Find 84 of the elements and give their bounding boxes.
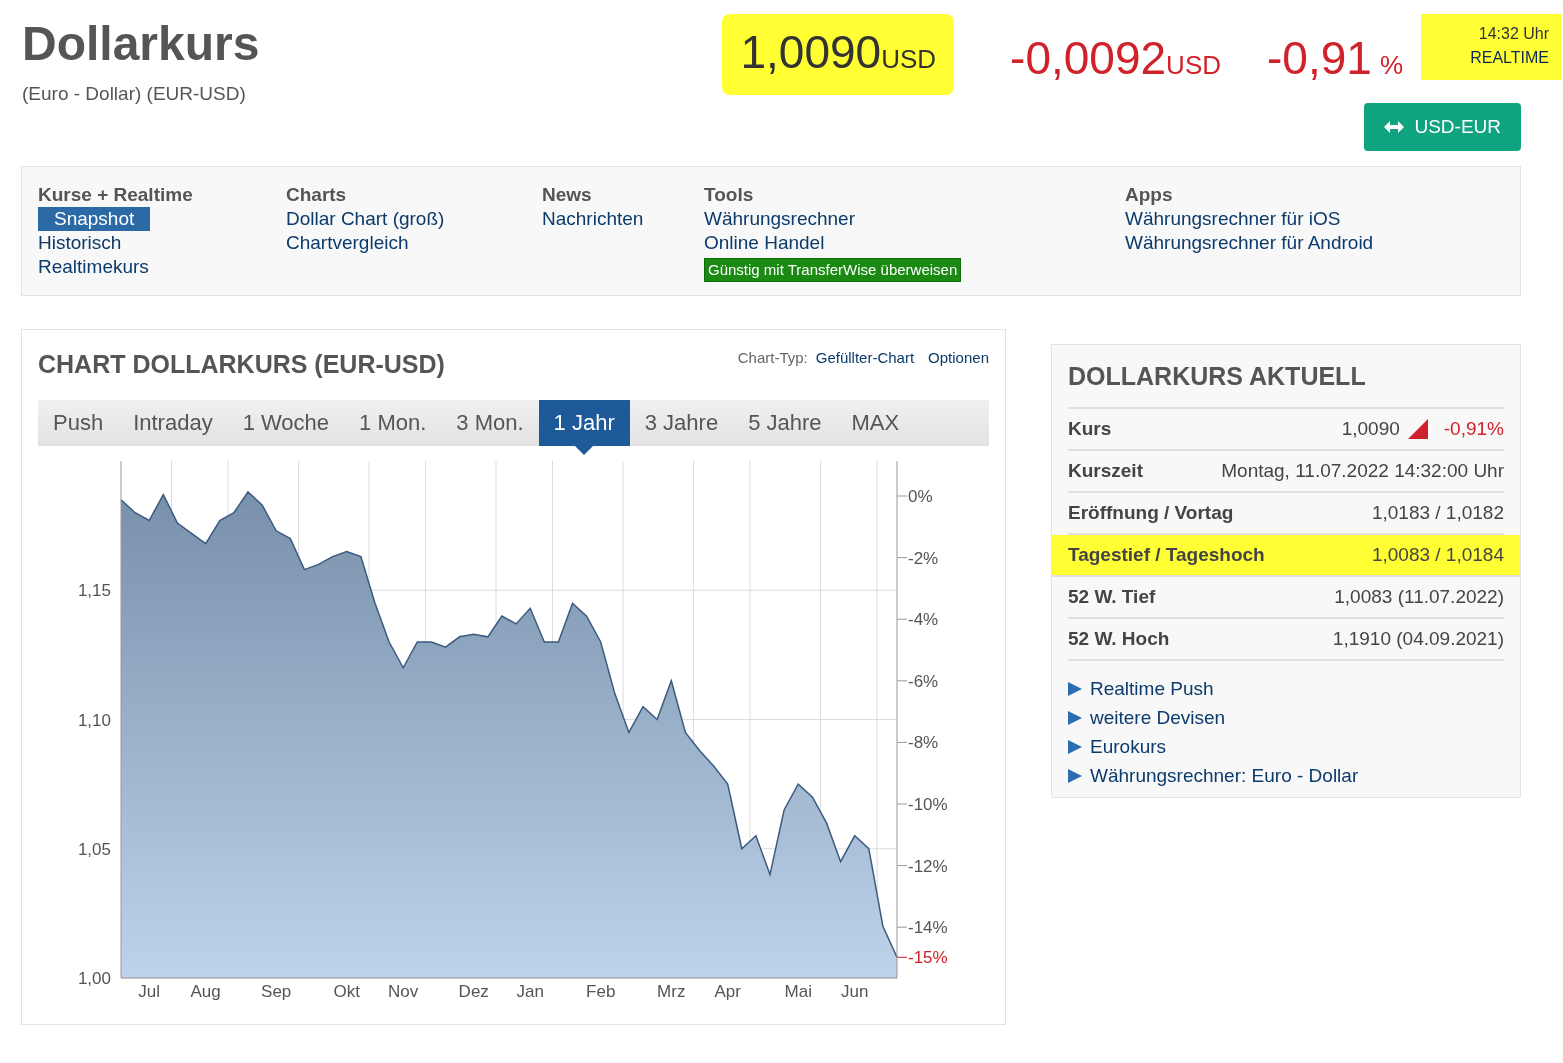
row-value: 1,0083 / 1,0184	[1371, 542, 1504, 567]
chart-title: CHART DOLLARKURS (EUR-USD)	[38, 349, 445, 380]
nav-link[interactable]: Snapshot	[38, 207, 150, 231]
nav-heading: Kurse + Realtime	[38, 183, 194, 207]
nav-link[interactable]: Realtimekurs	[38, 255, 149, 279]
axis-label: 1,05	[77, 839, 111, 859]
left-right-arrow-icon	[1384, 121, 1405, 133]
axis-label: Sep	[261, 981, 292, 1001]
row-value: 1,0090	[1341, 416, 1400, 441]
range-tab[interactable]: 5 Jahre	[733, 399, 837, 446]
axis-label: Aug	[190, 981, 221, 1001]
axis-label: -2%	[908, 548, 939, 568]
range-tab[interactable]: 3 Jahre	[629, 399, 734, 446]
nav-heading: Charts	[286, 183, 348, 207]
nav-link[interactable]: Historisch	[38, 231, 122, 255]
row-label: Kurszeit	[1068, 458, 1143, 483]
realtime-stamp: 14:32 Uhr REALTIME	[1421, 14, 1561, 80]
axis-label: Mrz	[657, 981, 686, 1001]
triangle-bullet-icon	[1068, 711, 1082, 725]
triangle-icon	[1407, 419, 1428, 439]
axis-label: -8%	[908, 732, 939, 752]
chart-type-label: Chart-Typ:	[737, 348, 808, 368]
nav-link[interactable]: Online Handel	[704, 231, 825, 255]
axis-label: Jun	[840, 981, 869, 1001]
row-label: 52 W. Tief	[1068, 584, 1156, 609]
axis-label: -12%	[908, 856, 948, 876]
axis-label: 1,15	[77, 580, 111, 600]
row-value: 1,0083 (11.07.2022)	[1334, 584, 1504, 609]
row-label: Eröffnung / Vortag	[1068, 500, 1234, 525]
axis-label: -10%	[908, 794, 948, 814]
triangle-bullet-icon	[1068, 682, 1082, 696]
axis-label: Dez	[458, 981, 489, 1001]
axis-label: Feb	[586, 981, 616, 1001]
panel-title: DOLLARKURS AKTUELL	[1068, 361, 1367, 391]
change-value: -0,91%	[1443, 416, 1504, 441]
axis-label: Apr	[714, 981, 741, 1001]
subtitle: (Euro - Dollar) (EUR-USD)	[22, 82, 247, 106]
axis-label: -4%	[908, 609, 939, 629]
axis-label: 1,10	[77, 710, 111, 729]
axis-label: -6%	[908, 671, 939, 691]
price-quote: 1,0090USD	[722, 14, 955, 95]
axis-label: 1,00	[77, 968, 111, 988]
nav-link[interactable]: Chartvergleich	[286, 231, 409, 255]
triangle-bullet-icon	[1068, 740, 1082, 754]
axis-label: -14%	[908, 917, 948, 937]
row-label: Kurs	[1068, 416, 1112, 441]
range-tab[interactable]: Push	[38, 399, 119, 446]
axis-label: Jul	[138, 981, 161, 1001]
change-percent: -0,91 %	[1267, 31, 1403, 86]
related-link[interactable]: weitere Devisen	[1090, 706, 1226, 730]
promo-link[interactable]: Günstig mit TransferWise überweisen	[704, 258, 962, 282]
range-tab[interactable]: Intraday	[118, 399, 228, 446]
nav-link[interactable]: Währungsrechner	[704, 207, 856, 231]
row-label: 52 W. Hoch	[1068, 626, 1170, 651]
nav-heading: News	[542, 183, 593, 207]
axis-label: Okt	[333, 981, 360, 1001]
range-tab[interactable]: MAX	[836, 399, 915, 446]
related-link[interactable]: Eurokurs	[1090, 735, 1167, 759]
range-tab[interactable]: 1 Mon.	[344, 399, 442, 446]
row-label: Tagestief / Tageshoch	[1068, 542, 1265, 567]
axis-label: Jan	[516, 981, 544, 1001]
page-title: Dollarkurs	[22, 16, 261, 72]
axis-label: Mai	[784, 981, 812, 1001]
nav-link[interactable]: Nachrichten	[542, 207, 644, 231]
triangle-bullet-icon	[1068, 769, 1082, 783]
nav-link[interactable]: Währungsrechner für iOS	[1125, 207, 1341, 231]
row-value: 1,0183 / 1,0182	[1371, 500, 1504, 525]
nav-heading: Apps	[1125, 183, 1174, 207]
range-tab[interactable]: 1 Woche	[227, 399, 345, 446]
nav-link[interactable]: Währungsrechner für Android	[1125, 231, 1374, 255]
current-value-label: -15%	[908, 947, 948, 967]
chart-type-link[interactable]: Gefüllter-Chart	[815, 347, 915, 370]
options-link[interactable]: Optionen	[928, 347, 989, 370]
axis-label: Nov	[388, 981, 419, 1001]
related-link[interactable]: Realtime Push	[1090, 677, 1214, 701]
nav-link[interactable]: Dollar Chart (groß)	[286, 207, 445, 231]
row-value: 1,1910 (04.09.2021)	[1332, 626, 1504, 651]
change-quote: -0,0092USD	[1010, 31, 1221, 86]
related-link[interactable]: Währungsrechner: Euro - Dollar	[1090, 764, 1359, 788]
axis-label: 0%	[908, 486, 933, 506]
range-tab[interactable]: 3 Mon.	[441, 399, 539, 446]
selected-pointer-icon	[575, 445, 594, 455]
row-value: Montag, 11.07.2022 14:32:00 Uhr	[1221, 458, 1504, 483]
nav-heading: Tools	[704, 183, 755, 207]
